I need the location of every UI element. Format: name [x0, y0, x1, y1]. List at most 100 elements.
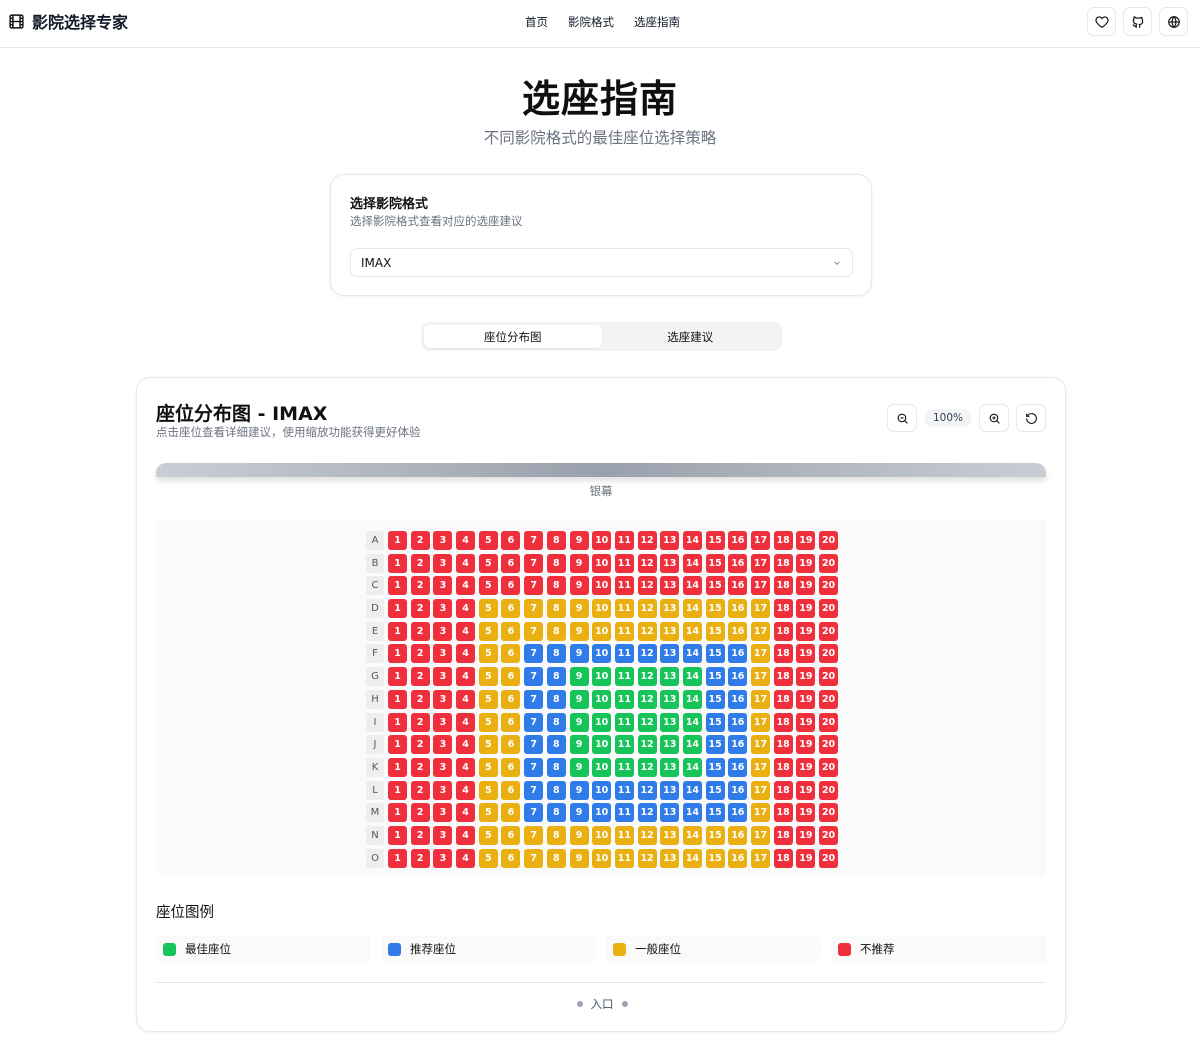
seat[interactable]: 4: [456, 712, 476, 732]
seat[interactable]: 13: [660, 667, 680, 687]
seat[interactable]: 13: [660, 780, 680, 800]
seat[interactable]: 9: [569, 757, 589, 777]
seat[interactable]: 18: [773, 667, 793, 687]
seat[interactable]: 8: [546, 712, 566, 732]
seat[interactable]: 13: [660, 621, 680, 641]
seat[interactable]: 7: [524, 599, 544, 619]
seat[interactable]: 17: [751, 621, 770, 641]
nav-home[interactable]: 首页: [525, 14, 548, 30]
seat[interactable]: 15: [705, 644, 725, 664]
seat[interactable]: 16: [728, 667, 748, 687]
seat[interactable]: 14: [682, 803, 702, 823]
seat[interactable]: 11: [614, 644, 634, 664]
seat[interactable]: 17: [751, 712, 770, 732]
seat[interactable]: 12: [637, 780, 657, 800]
zoom-out-button[interactable]: [887, 404, 917, 432]
seat[interactable]: 20: [819, 599, 839, 619]
seat[interactable]: 16: [728, 825, 748, 845]
seat[interactable]: 7: [524, 757, 544, 777]
seat[interactable]: 3: [433, 531, 453, 550]
seat[interactable]: 5: [478, 689, 498, 709]
seat[interactable]: 10: [592, 689, 612, 709]
seat[interactable]: 2: [410, 644, 430, 664]
seat[interactable]: 17: [751, 576, 770, 596]
seat[interactable]: 6: [501, 780, 521, 800]
seat[interactable]: 19: [796, 644, 816, 664]
seat[interactable]: 7: [524, 644, 544, 664]
seat[interactable]: 7: [524, 531, 544, 550]
nav-formats[interactable]: 影院格式: [568, 14, 614, 30]
seat[interactable]: 3: [433, 757, 453, 777]
seat[interactable]: 13: [660, 644, 680, 664]
brand[interactable]: 影院选择专家: [8, 10, 128, 32]
seat[interactable]: 8: [546, 621, 566, 641]
seat[interactable]: 8: [546, 803, 566, 823]
seat[interactable]: 12: [637, 803, 657, 823]
seat[interactable]: 15: [705, 667, 725, 687]
seat[interactable]: 11: [614, 689, 634, 709]
seat[interactable]: 9: [569, 803, 589, 823]
seat[interactable]: 16: [728, 689, 748, 709]
seat[interactable]: 4: [456, 689, 476, 709]
seat[interactable]: 5: [478, 644, 498, 664]
seat[interactable]: 10: [592, 712, 612, 732]
seat[interactable]: 14: [682, 576, 702, 596]
seat[interactable]: 20: [819, 644, 839, 664]
seat[interactable]: 13: [660, 825, 680, 845]
seat[interactable]: 4: [456, 531, 476, 550]
seat[interactable]: 4: [456, 644, 476, 664]
seat[interactable]: 10: [592, 599, 612, 619]
seat[interactable]: 19: [796, 712, 816, 732]
seat[interactable]: 19: [796, 531, 816, 550]
seat[interactable]: 9: [569, 735, 589, 755]
seat[interactable]: 13: [660, 553, 680, 573]
seat[interactable]: 9: [569, 712, 589, 732]
seat[interactable]: 2: [410, 825, 430, 845]
seat[interactable]: 6: [501, 621, 521, 641]
seat[interactable]: 18: [773, 531, 793, 550]
seat[interactable]: 13: [660, 689, 680, 709]
seat[interactable]: 5: [478, 803, 498, 823]
github-button[interactable]: [1123, 7, 1152, 36]
seat[interactable]: 4: [456, 757, 476, 777]
seat[interactable]: 8: [546, 599, 566, 619]
seat[interactable]: 19: [796, 848, 816, 868]
seat[interactable]: 16: [728, 712, 748, 732]
seat[interactable]: 1: [388, 803, 407, 823]
seat[interactable]: 5: [478, 848, 498, 868]
seat[interactable]: 17: [751, 848, 770, 868]
seat[interactable]: 10: [592, 803, 612, 823]
seat[interactable]: 16: [728, 576, 748, 596]
seat[interactable]: 14: [682, 848, 702, 868]
seat[interactable]: 12: [637, 712, 657, 732]
seat[interactable]: 6: [501, 803, 521, 823]
favorite-button[interactable]: [1087, 7, 1116, 36]
seat[interactable]: 15: [705, 825, 725, 845]
seat[interactable]: 9: [569, 553, 589, 573]
seat[interactable]: 3: [433, 644, 453, 664]
seat[interactable]: 10: [592, 553, 612, 573]
seat[interactable]: 16: [728, 780, 748, 800]
seat[interactable]: 12: [637, 689, 657, 709]
seat[interactable]: 11: [614, 757, 634, 777]
seat[interactable]: 16: [728, 599, 748, 619]
seat[interactable]: 1: [388, 735, 407, 755]
seat[interactable]: 2: [410, 757, 430, 777]
seat[interactable]: 5: [478, 553, 498, 573]
seat[interactable]: 16: [728, 803, 748, 823]
seat[interactable]: 6: [501, 599, 521, 619]
seat[interactable]: 3: [433, 689, 453, 709]
seat[interactable]: 15: [705, 553, 725, 573]
seat[interactable]: 1: [388, 531, 407, 550]
seat[interactable]: 12: [637, 553, 657, 573]
seat[interactable]: 14: [682, 825, 702, 845]
seat[interactable]: 13: [660, 848, 680, 868]
seat[interactable]: 18: [773, 644, 793, 664]
seat[interactable]: 18: [773, 803, 793, 823]
seat[interactable]: 16: [728, 848, 748, 868]
seat[interactable]: 14: [682, 599, 702, 619]
seat[interactable]: 20: [819, 621, 839, 641]
seat[interactable]: 11: [614, 553, 634, 573]
seat[interactable]: 17: [751, 667, 770, 687]
seat[interactable]: 12: [637, 621, 657, 641]
